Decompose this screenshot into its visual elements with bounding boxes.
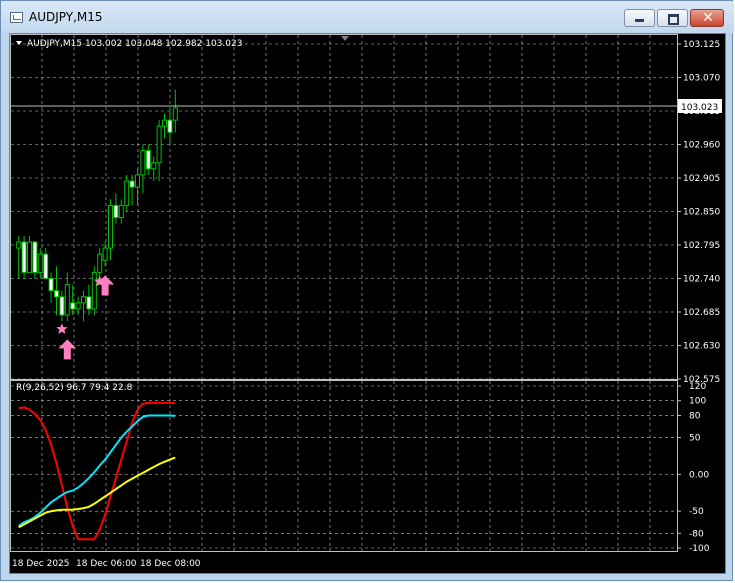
minimize-icon: [635, 19, 644, 22]
indicator-frame: [10, 380, 678, 552]
arrow-up-icon: [58, 339, 77, 360]
candle: [135, 168, 140, 206]
candle: [43, 248, 49, 280]
candle: [113, 193, 119, 224]
chart-window-icon: [10, 12, 23, 23]
indicator-tick-label: 100: [689, 397, 706, 407]
candle: [118, 199, 124, 224]
indicator-label: R(9,26,52) 96.7 79.4 22.8: [16, 383, 133, 393]
triangle-down-icon[interactable]: [16, 41, 22, 45]
indicator-tick-label: 80: [689, 411, 701, 421]
candle: [54, 266, 59, 316]
candle: [64, 272, 70, 322]
candles: [16, 89, 178, 322]
minimize-button[interactable]: [624, 9, 655, 27]
candle: [162, 114, 167, 139]
chart-header: AUDJPY,M15 103.002 103.048 102.982 103.0…: [27, 39, 242, 49]
close-icon: ✕: [702, 10, 714, 26]
candle: [59, 290, 65, 322]
y-tick-label: 102.630: [683, 342, 720, 352]
candle: [151, 156, 157, 182]
candle: [75, 296, 81, 316]
candle: [167, 107, 173, 145]
candle: [16, 235, 22, 279]
candle: [172, 89, 178, 133]
x-tick-label: 18 Dec 2025: [12, 559, 70, 569]
y-tick-label: 102.740: [683, 275, 720, 285]
indicator-tick-label: 120: [689, 382, 706, 392]
y-tick-label: 102.905: [683, 174, 720, 184]
indicator-grid: [11, 381, 677, 551]
y-tick-label: 102.850: [683, 208, 720, 218]
candle: [140, 144, 146, 194]
window-title: AUDJPY,M15: [29, 10, 103, 24]
indicator-tick-label: -100: [689, 544, 710, 554]
indicator-tick-label: -50: [689, 507, 704, 517]
candle: [145, 144, 151, 175]
maximize-button[interactable]: [657, 9, 688, 27]
current-price-label: 103.023: [681, 103, 718, 113]
candle: [156, 120, 162, 182]
indicator-tick-label: 50: [689, 434, 701, 444]
y-tick-label: 102.685: [683, 308, 720, 318]
chart-area[interactable]: 103.125103.070103.015102.960102.905102.8…: [9, 33, 726, 574]
candle: [81, 290, 86, 322]
candle: [21, 235, 27, 279]
candle: [27, 235, 32, 273]
y-tick-label: 103.070: [683, 74, 720, 84]
x-tick-label: 18 Dec 08:00: [140, 559, 201, 569]
x-tick-label: 18 Dec 06:00: [76, 559, 137, 569]
candle: [48, 272, 54, 303]
y-tick-label: 102.795: [683, 241, 720, 251]
close-button[interactable]: ✕: [690, 9, 724, 27]
title-bar[interactable]: AUDJPY,M15 ✕: [1, 1, 734, 33]
chart-window: AUDJPY,M15 ✕ 103.125103.070103.015102.96…: [0, 0, 734, 581]
candle: [91, 266, 97, 316]
candle: [124, 174, 130, 212]
maximize-icon: [668, 14, 679, 25]
chart-canvas[interactable]: 103.125103.070103.015102.960102.905102.8…: [10, 34, 725, 573]
candle: [108, 199, 113, 261]
indicator-tick-label: 0.00: [689, 470, 709, 480]
star-icon: [56, 323, 68, 334]
indicator-tick-label: -80: [689, 529, 704, 539]
candle: [32, 241, 38, 279]
candle: [129, 174, 135, 206]
y-tick-label: 102.960: [683, 141, 720, 151]
candle: [86, 284, 92, 316]
candle: [102, 241, 108, 267]
chart-shift-icon[interactable]: [341, 36, 349, 41]
y-tick-label: 103.125: [683, 40, 720, 50]
